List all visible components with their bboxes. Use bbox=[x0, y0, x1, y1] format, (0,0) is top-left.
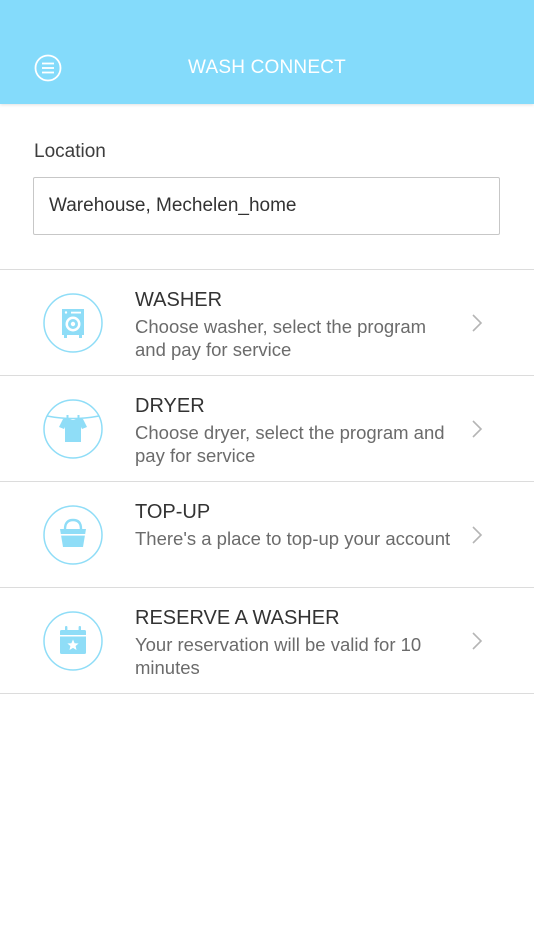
location-label: Location bbox=[34, 141, 106, 162]
menu-item-top-up[interactable]: TOP-UP There's a place to top-up your ac… bbox=[0, 482, 534, 588]
app-title: WASH CONNECT bbox=[188, 57, 346, 78]
menu-item-washer[interactable]: WASHER Choose washer, select the program… bbox=[0, 270, 534, 376]
menu-item-reserve-washer[interactable]: RESERVE A WASHER Your reservation will b… bbox=[0, 588, 534, 694]
service-menu-list: WASHER Choose washer, select the program… bbox=[0, 269, 534, 694]
menu-item-description: There's a place to top-up your account bbox=[135, 528, 451, 549]
chevron-right-icon bbox=[470, 631, 484, 651]
menu-item-description: Choose dryer, select the program and pay… bbox=[135, 422, 445, 466]
menu-item-title: WASHER bbox=[135, 289, 223, 311]
menu-item-title: TOP-UP bbox=[135, 501, 211, 523]
menu-item-description: Choose washer, select the program and pa… bbox=[135, 316, 427, 360]
chevron-right-icon bbox=[470, 525, 484, 545]
bag-icon bbox=[43, 505, 103, 565]
location-input[interactable] bbox=[33, 177, 500, 235]
chevron-right-icon bbox=[470, 419, 484, 439]
shirt-on-line-icon bbox=[43, 399, 103, 459]
menu-item-dryer[interactable]: DRYER Choose dryer, select the program a… bbox=[0, 376, 534, 482]
washing-machine-icon bbox=[43, 293, 103, 353]
calendar-star-icon bbox=[43, 611, 103, 671]
chevron-right-icon bbox=[470, 313, 484, 333]
app-header: WASH CONNECT bbox=[0, 0, 534, 104]
menu-item-title: DRYER bbox=[135, 395, 205, 417]
menu-item-description: Your reservation will be valid for 10 mi… bbox=[135, 634, 422, 678]
menu-item-title: RESERVE A WASHER bbox=[135, 607, 340, 629]
app-screen: WASH CONNECT Location WASHER Choo bbox=[0, 0, 534, 950]
